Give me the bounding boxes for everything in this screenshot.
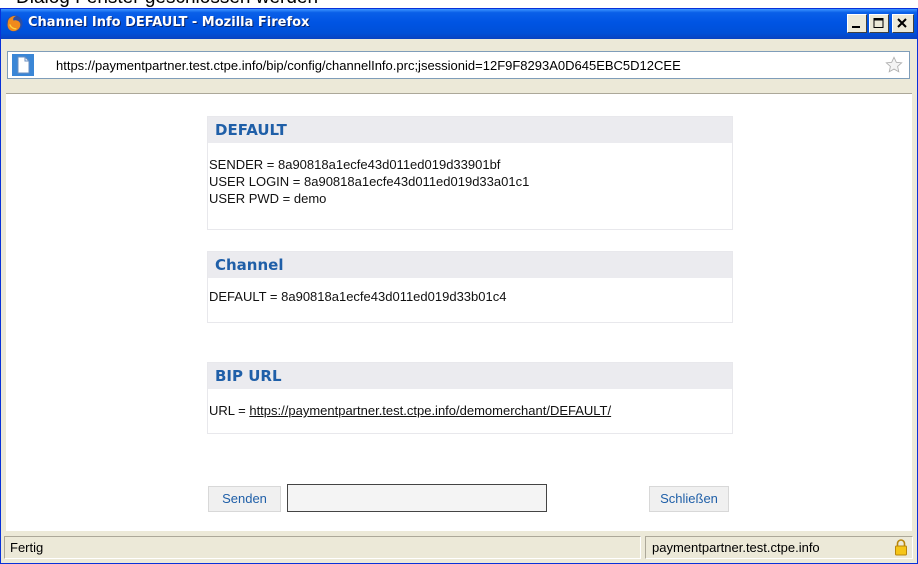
location-bar: https://paymentpartner.test.ctpe.info/bi… bbox=[1, 39, 917, 92]
send-input[interactable] bbox=[287, 484, 547, 512]
status-domain: paymentpartner.test.ctpe.info bbox=[652, 540, 820, 555]
minimize-icon bbox=[852, 26, 860, 28]
section-header: Channel bbox=[208, 252, 732, 278]
user-login-line: USER LOGIN = 8a90818a1ecfe43d011ed019d33… bbox=[209, 174, 530, 189]
section-title: DEFAULT bbox=[215, 121, 287, 139]
section-title: BIP URL bbox=[215, 367, 282, 385]
firefox-icon bbox=[6, 15, 23, 32]
bip-url-link[interactable]: https://paymentpartner.test.ctpe.info/de… bbox=[249, 403, 611, 418]
channel-default-line: DEFAULT = 8a90818a1ecfe43d011ed019d33b01… bbox=[209, 289, 507, 304]
background-page-fragment: Dialog Fenster geschlossen werden bbox=[0, 0, 918, 8]
status-text: Fertig bbox=[10, 540, 44, 555]
status-panel: Fertig bbox=[4, 536, 641, 559]
title-bar[interactable]: Channel Info DEFAULT - Mozilla Firefox bbox=[1, 9, 917, 39]
window-title: Channel Info DEFAULT - Mozilla Firefox bbox=[28, 15, 310, 30]
section-bip-url: BIP URL URL = https://paymentpartner.tes… bbox=[207, 362, 733, 434]
section-body: SENDER = 8a90818a1ecfe43d011ed019d33901b… bbox=[208, 143, 732, 208]
close-dialog-button[interactable]: Schließen bbox=[649, 486, 729, 512]
section-channel: Channel DEFAULT = 8a90818a1ecfe43d011ed0… bbox=[207, 251, 733, 323]
section-header: BIP URL bbox=[208, 363, 732, 389]
url-text: https://paymentpartner.test.ctpe.info/bi… bbox=[56, 58, 681, 73]
close-button[interactable] bbox=[892, 14, 914, 33]
maximize-button[interactable] bbox=[869, 14, 889, 33]
maximize-icon bbox=[873, 18, 884, 28]
background-text: Dialog Fenster geschlossen werden bbox=[16, 0, 318, 8]
status-bar: Fertig paymentpartner.test.ctpe.info bbox=[1, 531, 917, 563]
domain-panel[interactable]: paymentpartner.test.ctpe.info bbox=[645, 536, 913, 559]
section-default: DEFAULT SENDER = 8a90818a1ecfe43d011ed01… bbox=[207, 116, 733, 230]
page-icon bbox=[12, 54, 34, 76]
section-body: DEFAULT = 8a90818a1ecfe43d011ed019d33b01… bbox=[208, 278, 732, 306]
section-body: URL = https://paymentpartner.test.ctpe.i… bbox=[208, 389, 732, 420]
close-icon bbox=[897, 18, 907, 28]
sender-line: SENDER = 8a90818a1ecfe43d011ed019d33901b… bbox=[209, 157, 501, 172]
section-title: Channel bbox=[215, 256, 284, 274]
minimize-button[interactable] bbox=[847, 14, 867, 33]
firefox-window: Channel Info DEFAULT - Mozilla Firefox h… bbox=[0, 8, 918, 564]
url-field[interactable]: https://paymentpartner.test.ctpe.info/bi… bbox=[7, 51, 910, 79]
url-prefix: URL = bbox=[209, 403, 250, 418]
send-button[interactable]: Senden bbox=[208, 486, 281, 512]
bip-url-line: URL = https://paymentpartner.test.ctpe.i… bbox=[209, 403, 732, 420]
user-pwd-line: USER PWD = demo bbox=[209, 191, 327, 206]
lock-icon[interactable] bbox=[894, 539, 908, 556]
star-icon[interactable] bbox=[885, 56, 903, 74]
section-header: DEFAULT bbox=[208, 117, 732, 143]
page-content: DEFAULT SENDER = 8a90818a1ecfe43d011ed01… bbox=[6, 93, 912, 532]
